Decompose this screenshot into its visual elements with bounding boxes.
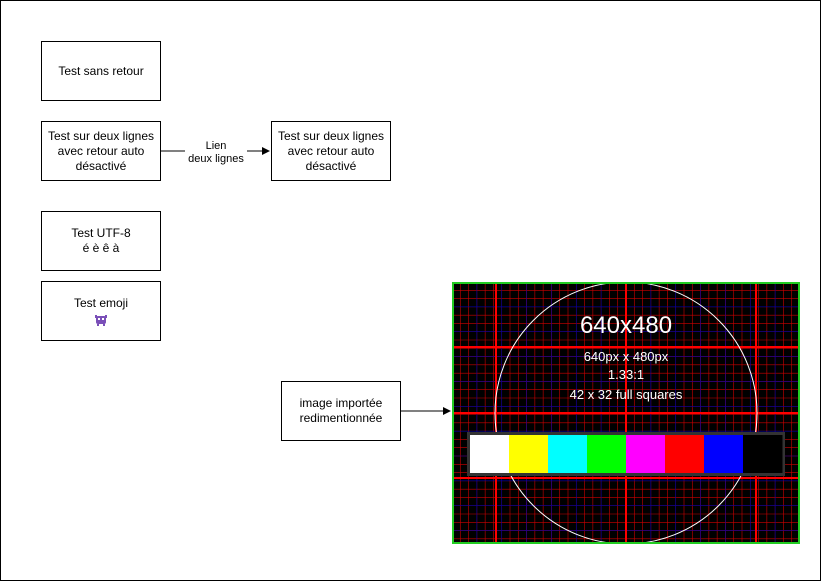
color-bar: [509, 435, 549, 473]
color-bars: [470, 435, 783, 473]
color-bar: [704, 435, 744, 473]
diagram-canvas: Test sans retour Test sur deux lignes av…: [0, 0, 821, 581]
test-card-resolution: 640px x 480px: [584, 349, 669, 364]
test-card-ratio: 1.33:1: [608, 367, 644, 382]
color-bar: [665, 435, 705, 473]
edge-label-lien: Lien deux lignes: [185, 140, 247, 166]
color-bar: [626, 435, 666, 473]
color-bar: [743, 435, 783, 473]
color-bar: [548, 435, 588, 473]
color-bar: [587, 435, 627, 473]
color-bar: [470, 435, 510, 473]
test-card-title: 640x480: [580, 312, 672, 339]
test-card-squares: 42 x 32 full squares: [570, 387, 683, 402]
imported-test-card-image[interactable]: 640x480 640px x 480px 1.33:1 42 x 32 ful…: [452, 282, 800, 544]
